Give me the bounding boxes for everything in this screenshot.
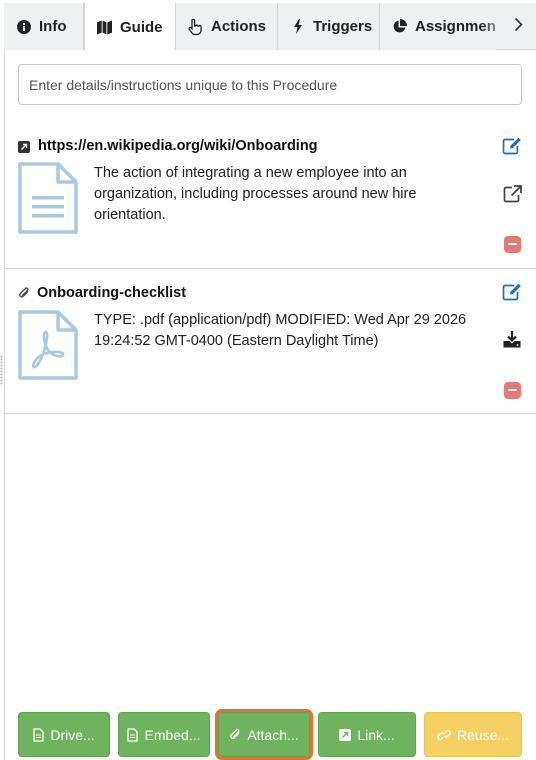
- open-external-link-button[interactable]: [501, 184, 523, 208]
- reuse-button[interactable]: Reuse...: [424, 712, 522, 757]
- item-title-link[interactable]: https://en.wikipedia.org/wiki/Onboarding: [38, 138, 318, 154]
- tab-label: Guide: [120, 18, 163, 36]
- tab-label: Info: [39, 18, 67, 35]
- pdf-file-icon: [18, 310, 78, 385]
- link-button-label: Link...: [357, 726, 395, 743]
- tab-actions[interactable]: Actions: [176, 3, 278, 50]
- link-square-icon: [18, 140, 30, 158]
- paperclip-icon: [18, 286, 30, 305]
- description-line: organization, including processes around…: [94, 186, 417, 202]
- left-border: [4, 50, 5, 760]
- edit-icon: [502, 137, 522, 160]
- tab-list: Info Guide Actions Triggers Assignment: [4, 3, 496, 50]
- edit-icon: [502, 283, 522, 306]
- map-icon: [97, 19, 112, 35]
- external-link-icon: [503, 184, 522, 208]
- bolt-icon: [290, 19, 305, 34]
- reuse-button-label: Reuse...: [456, 726, 510, 743]
- tab-label: Triggers: [313, 18, 373, 35]
- download-attachment-button[interactable]: [501, 331, 523, 353]
- edit-attachment-button[interactable]: [501, 283, 523, 305]
- attach-button[interactable]: Attach...: [215, 709, 313, 760]
- resize-grip[interactable]: [0, 355, 3, 385]
- remove-icon: [503, 381, 521, 399]
- paperclip-icon: [229, 728, 241, 741]
- embed-button-label: Embed...: [144, 726, 201, 743]
- embed-button[interactable]: Embed...: [118, 712, 210, 757]
- link-square-icon: [339, 728, 352, 741]
- chain-link-icon: [437, 729, 451, 741]
- item-divider: [5, 413, 536, 414]
- drive-button[interactable]: Drive...: [18, 712, 110, 757]
- tab-bar: Info Guide Actions Triggers Assignment: [4, 3, 536, 50]
- tab-label: Actions: [211, 18, 267, 35]
- item-description-attachment: TYPE: .pdf (application/pdf) MODIFIED: W…: [94, 310, 466, 352]
- remove-link-button[interactable]: [501, 233, 523, 255]
- pointer-hand-icon: [188, 18, 203, 35]
- tab-triggers[interactable]: Triggers: [278, 3, 380, 50]
- remove-icon: [503, 235, 521, 253]
- procedure-instructions-input[interactable]: [18, 64, 522, 105]
- item-divider: [5, 268, 536, 269]
- document-file-icon: [18, 162, 78, 239]
- document-icon: [33, 727, 44, 742]
- tab-guide[interactable]: Guide: [84, 3, 176, 50]
- tab-assignment[interactable]: Assignment: [380, 3, 496, 50]
- item-title-attachment[interactable]: Onboarding-checklist: [37, 285, 186, 301]
- tab-overflow-fade: [480, 3, 496, 50]
- drive-button-label: Drive...: [50, 726, 95, 743]
- link-button[interactable]: Link...: [318, 712, 416, 757]
- info-circle-icon: [16, 19, 31, 34]
- chevron-right-icon: [514, 17, 523, 37]
- remove-attachment-button[interactable]: [501, 379, 523, 401]
- description-line: TYPE: .pdf (application/pdf) MODIFIED: W…: [94, 312, 467, 328]
- description-line: The action of integrating a new employee…: [94, 165, 407, 181]
- description-line: orientation.: [94, 207, 166, 223]
- tab-info[interactable]: Info: [4, 3, 84, 50]
- description-line: 19:24:52 GMT-0400 (Eastern Daylight Time…: [94, 333, 379, 349]
- pie-chart-icon: [392, 19, 407, 34]
- item-description-link: The action of integrating a new employee…: [94, 163, 416, 226]
- edit-link-button[interactable]: [501, 137, 523, 159]
- document-icon: [127, 727, 139, 742]
- tab-scroll-right-button[interactable]: [500, 3, 536, 50]
- download-icon: [503, 331, 521, 353]
- attach-button-label: Attach...: [247, 726, 299, 743]
